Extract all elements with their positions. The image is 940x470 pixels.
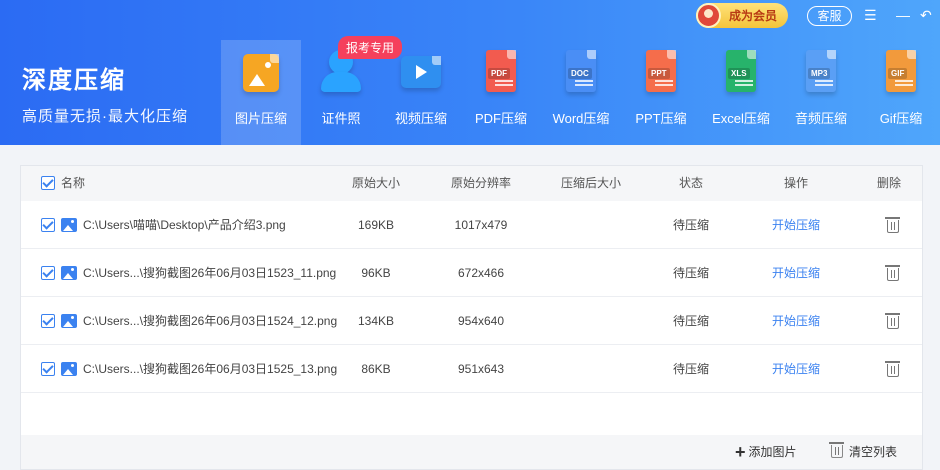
status: 待压缩 [672, 314, 709, 328]
delete-icon[interactable] [885, 217, 900, 233]
clear-list-button[interactable]: 清空列表 [829, 435, 898, 469]
image-compress-icon [239, 48, 283, 98]
tab-ppt[interactable]: PPT PPT压缩 [621, 40, 701, 145]
compressed-size [546, 297, 636, 345]
file-name: C:\Users\喵喵\Desktop\产品介绍3.png [83, 218, 286, 232]
row-checkbox[interactable] [41, 314, 55, 328]
gif-icon: GIF [879, 48, 923, 98]
trash-icon [829, 442, 844, 458]
app-title: 深度压缩 [22, 67, 126, 94]
add-image-label: 添加图片 [748, 445, 797, 459]
header-comp-size: 压缩后大小 [560, 176, 621, 190]
header-action: 操作 [783, 176, 808, 190]
image-file-icon [61, 362, 77, 376]
tab-label: Excel压缩 [712, 111, 770, 126]
tool-tabs: 图片压缩 证件照 视频压缩 PDF PDF压缩 DOC Word压缩 PPT PPT压缩 XLS E… [221, 40, 940, 145]
ppt-icon: PPT [639, 48, 683, 98]
orig-size: 134KB [357, 314, 395, 328]
tab-label: 图片压缩 [234, 111, 287, 126]
row-checkbox[interactable] [41, 266, 55, 280]
tab-label: PDF压缩 [474, 111, 527, 126]
delete-icon[interactable] [885, 313, 900, 329]
select-all-checkbox[interactable] [41, 176, 55, 190]
table-row: C:\Users...\搜狗截图26年06月03日1523_11.png 96K… [21, 249, 922, 297]
table-header: 名称 原始大小 原始分辨率 压缩后大小 状态 操作 删除 [21, 166, 922, 201]
compressed-size [546, 249, 636, 297]
tab-label: Gif压缩 [879, 111, 923, 126]
customer-service-button[interactable]: 客服 [807, 6, 852, 26]
compressed-size [546, 345, 636, 393]
vip-label: 成为会员 [729, 9, 778, 23]
video-compress-icon [399, 48, 443, 98]
tab-word[interactable]: DOC Word压缩 [541, 40, 621, 145]
tab-excel[interactable]: XLS Excel压缩 [701, 40, 781, 145]
menu-icon[interactable]: ☰ [864, 6, 877, 24]
file-table: 名称 原始大小 原始分辨率 压缩后大小 状态 操作 删除 C:\Users\喵喵… [20, 165, 923, 470]
become-vip-button[interactable]: 成为会员 [696, 3, 788, 28]
delete-icon[interactable] [885, 361, 900, 377]
start-compress-button[interactable]: 开始压缩 [761, 297, 831, 345]
file-name: C:\Users...\搜狗截图26年06月03日1524_12.png [83, 314, 338, 328]
plus-icon: + [735, 442, 746, 462]
image-file-icon [61, 266, 77, 280]
orig-size: 169KB [357, 218, 395, 232]
start-compress-button[interactable]: 开始压缩 [761, 201, 831, 249]
header-name: 名称 [61, 176, 86, 190]
word-icon: DOC [559, 48, 603, 98]
tab-pdf[interactable]: PDF PDF压缩 [461, 40, 541, 145]
start-compress-button[interactable]: 开始压缩 [761, 249, 831, 297]
add-image-button[interactable]: + 添加图片 [735, 435, 797, 469]
status: 待压缩 [672, 266, 709, 280]
header-status: 状态 [678, 176, 703, 190]
tab-label: 证件照 [321, 111, 361, 126]
tab-label: 视频压缩 [394, 111, 447, 126]
orig-resolution: 672x466 [457, 266, 505, 280]
tab-label: 音频压缩 [794, 111, 847, 126]
delete-icon[interactable] [885, 265, 900, 281]
avatar-icon [696, 3, 721, 28]
header-orig-res: 原始分辨率 [450, 176, 511, 190]
brand: 深度压缩 高质量无损·最大化压缩 [22, 60, 188, 126]
tab-label: PPT压缩 [635, 111, 687, 126]
orig-resolution: 954x640 [457, 314, 505, 328]
pdf-icon: PDF [479, 48, 523, 98]
tab-label: Word压缩 [552, 111, 610, 126]
header-delete: 删除 [876, 176, 901, 190]
excel-icon: XLS [719, 48, 763, 98]
table-footer: + 添加图片 清空列表 [21, 435, 922, 469]
clear-list-label: 清空列表 [849, 445, 898, 459]
exam-badge: 报考专用 [338, 36, 403, 59]
compressed-size [546, 201, 636, 249]
app-subtitle: 高质量无损·最大化压缩 [22, 108, 188, 125]
table-row: C:\Users...\搜狗截图26年06月03日1525_13.png 86K… [21, 345, 922, 393]
row-checkbox[interactable] [41, 362, 55, 376]
orig-resolution: 951x643 [457, 362, 505, 376]
back-icon[interactable]: ↶ [920, 6, 932, 24]
header-orig-size: 原始大小 [351, 176, 400, 190]
tab-image-compress[interactable]: 图片压缩 [221, 40, 301, 145]
start-compress-button[interactable]: 开始压缩 [761, 345, 831, 393]
image-file-icon [61, 218, 77, 232]
orig-size: 86KB [361, 362, 391, 376]
file-name: C:\Users...\搜狗截图26年06月03日1525_13.png [83, 362, 338, 376]
audio-icon: MP3 [799, 48, 843, 98]
app-header: 深度压缩 高质量无损·最大化压缩 图片压缩 证件照 视频压缩 PDF PDF压缩 DOC W… [0, 0, 940, 145]
row-checkbox[interactable] [41, 218, 55, 232]
table-row: C:\Users...\搜狗截图26年06月03日1524_12.png 134… [21, 297, 922, 345]
status: 待压缩 [672, 218, 709, 232]
tab-gif[interactable]: GIF Gif压缩 [861, 40, 940, 145]
minimize-icon[interactable]: — [896, 6, 910, 24]
status: 待压缩 [672, 362, 709, 376]
tab-audio[interactable]: MP3 音频压缩 [781, 40, 861, 145]
file-name: C:\Users...\搜狗截图26年06月03日1523_11.png [83, 266, 337, 280]
table-row: C:\Users\喵喵\Desktop\产品介绍3.png 169KB 1017… [21, 201, 922, 249]
image-file-icon [61, 314, 77, 328]
orig-resolution: 1017x479 [454, 218, 508, 232]
orig-size: 96KB [361, 266, 391, 280]
